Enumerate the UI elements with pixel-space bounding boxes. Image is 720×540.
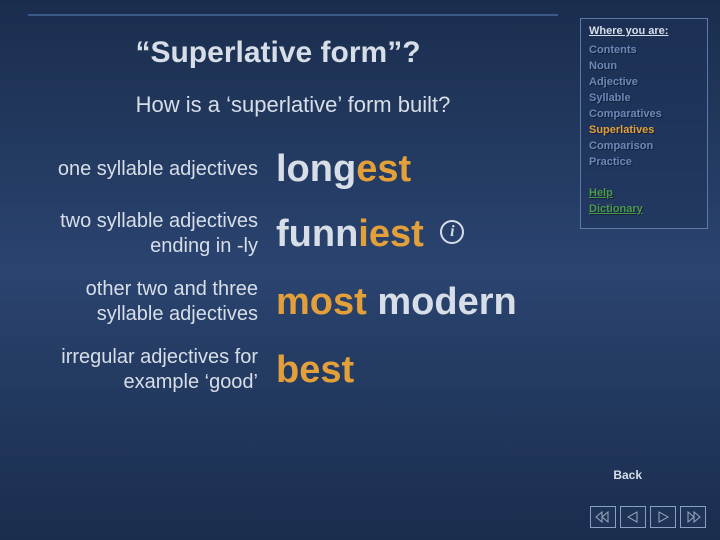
main-content: “Superlative form”? How is a ‘superlativ… <box>0 0 572 540</box>
crumb-superlatives[interactable]: Superlatives <box>589 123 699 139</box>
word-most: most <box>276 281 367 323</box>
word-suffix: est <box>356 148 411 190</box>
crumb-contents[interactable]: Contents <box>589 43 699 59</box>
nav-prev-button[interactable] <box>620 506 646 528</box>
crumb-comparison[interactable]: Comparison <box>589 139 699 155</box>
rule-row: two syllable adjectives ending in -ly fu… <box>28 209 562 259</box>
link-help[interactable]: Help <box>589 185 699 202</box>
crumb-syllable[interactable]: Syllable <box>589 91 699 107</box>
sidebar-heading: Where you are: <box>589 25 699 37</box>
rule-label: one syllable adjectives <box>28 157 276 182</box>
word-irregular: best <box>276 349 354 391</box>
rule-label: irregular adjectives for example ‘good’ <box>28 345 276 395</box>
crumb-noun[interactable]: Noun <box>589 59 699 75</box>
word-plain: modern <box>377 281 516 323</box>
rule-row: other two and three syllable adjectives … <box>28 277 562 327</box>
rule-value: most modern <box>276 281 517 324</box>
rule-value: best <box>276 349 354 392</box>
nav-last-button[interactable] <box>680 506 706 528</box>
nav-next-button[interactable] <box>650 506 676 528</box>
rule-value: longest <box>276 148 411 191</box>
crumb-comparatives[interactable]: Comparatives <box>589 107 699 123</box>
back-button[interactable]: Back <box>613 468 642 482</box>
info-icon[interactable]: i <box>440 220 464 244</box>
page-title: “Superlative form”? <box>28 36 528 70</box>
rule-row: one syllable adjectives longest <box>28 148 562 191</box>
word-stem: long <box>276 148 356 190</box>
crumb-practice[interactable]: Practice <box>589 155 699 171</box>
word-stem: funn <box>276 213 358 255</box>
page-subtitle: How is a ‘superlative’ form built? <box>28 92 558 118</box>
rule-label: other two and three syllable adjectives <box>28 277 276 327</box>
crumb-adjective[interactable]: Adjective <box>589 75 699 91</box>
nav-button-group <box>590 506 706 528</box>
rule-row: irregular adjectives for example ‘good’ … <box>28 345 562 395</box>
rule-value: funniest i <box>276 213 464 256</box>
rule-label: two syllable adjectives ending in -ly <box>28 209 276 259</box>
word-suffix: iest <box>358 213 423 255</box>
nav-first-button[interactable] <box>590 506 616 528</box>
breadcrumb-sidebar: Where you are: Contents Noun Adjective S… <box>580 18 708 229</box>
link-dictionary[interactable]: Dictionary <box>589 201 699 218</box>
